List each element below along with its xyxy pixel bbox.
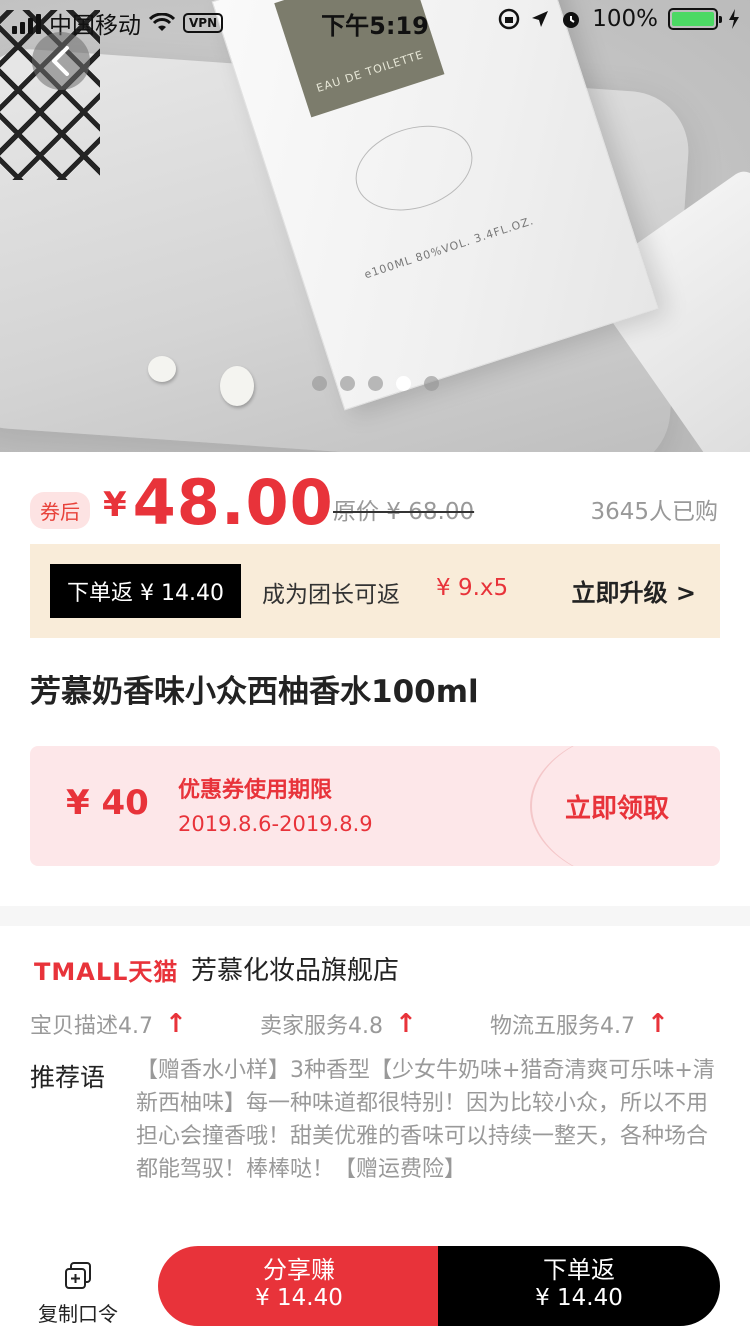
copy-code-button[interactable]: 复制口令: [28, 1260, 128, 1327]
carousel-dot-active[interactable]: [395, 376, 411, 391]
grapefruit-illustration: [344, 111, 484, 225]
carousel-dot[interactable]: [423, 376, 439, 391]
arrow-up-icon: ↑: [165, 1009, 187, 1039]
bottom-action-bar: 复制口令 分享赚 ¥ 14.40 下单返 ¥ 14.40: [0, 1236, 750, 1334]
rating-label: 物流五服务4.7: [490, 1014, 635, 1039]
rating-description: 宝贝描述4.7 ↑: [30, 1008, 187, 1040]
box-spec-text: e100ML 80%VOL. 3.4FL.OZ.: [362, 214, 536, 282]
carousel-dot[interactable]: [367, 376, 383, 391]
carousel-dot[interactable]: [339, 376, 355, 391]
copy-code-label: 复制口令: [38, 1302, 118, 1326]
chevron-left-icon: [52, 46, 69, 76]
coupon-title: 优惠券使用期限: [178, 778, 333, 803]
coupon-amount: ¥ 40: [66, 783, 149, 823]
recommendation-text: 【赠香水小样】3种香型【少女牛奶味+猎奇清爽可乐味+清新西柚味】每一种味道都很特…: [136, 1058, 715, 1182]
recommendation-label: 推荐语: [30, 1063, 106, 1092]
shop-ratings: 宝贝描述4.7 ↑ 卖家服务4.8 ↑ 物流五服务4.7 ↑: [30, 1008, 720, 1044]
rebate-tag: 下单返 ¥ 14.40: [50, 564, 241, 618]
share-earn-button[interactable]: 分享赚 ¥ 14.40: [158, 1246, 440, 1326]
sold-count: 3645人已购: [590, 499, 718, 525]
arrow-up-icon: ↑: [647, 1009, 669, 1039]
charging-icon: [729, 9, 739, 29]
order-amount: ¥ 14.40: [535, 1285, 623, 1311]
section-divider: [0, 906, 750, 926]
share-label: 分享赚: [263, 1256, 335, 1284]
rebate-text: 成为团长可返: [262, 582, 400, 608]
price-value: 48.00: [132, 466, 334, 539]
tmall-logo: TMALL天猫: [34, 958, 179, 986]
rating-logistics: 物流五服务4.7 ↑: [490, 1008, 669, 1040]
battery-icon: [668, 8, 722, 30]
upgrade-link[interactable]: 立即升级 >: [572, 573, 696, 608]
order-rebate-button[interactable]: 下单返 ¥ 14.40: [438, 1246, 720, 1326]
coupon-date-range: 2019.8.6-2019.8.9: [178, 812, 373, 836]
rating-service: 卖家服务4.8 ↑: [260, 1008, 417, 1040]
status-bar: 中国移动 VPN 下午5:19 100%: [0, 0, 750, 40]
carousel-indicator: [0, 376, 750, 391]
battery-percent: 100%: [592, 6, 658, 32]
current-price: ¥48.00: [103, 466, 334, 539]
after-coupon-badge: 券后: [30, 492, 90, 529]
product-title: 芳慕奶香味小众西柚香水100ml: [30, 674, 479, 710]
rating-label: 宝贝描述4.7: [30, 1014, 153, 1039]
rebate-banner: 下单返 ¥ 14.40 成为团长可返 ¥ 9.x5 立即升级 >: [30, 544, 720, 638]
original-price: 原价 ¥ 68.00: [333, 499, 475, 525]
rebate-amount: ¥ 9.x5: [436, 575, 509, 601]
location-icon: [532, 11, 549, 27]
rotation-lock-icon: [498, 8, 520, 30]
currency-symbol: ¥: [103, 485, 127, 525]
back-button[interactable]: [32, 32, 90, 90]
product-image-carousel[interactable]: EAU DE TOILETTE e100ML 80%VOL. 3.4FL.OZ.: [0, 0, 750, 452]
price-section: 券后 ¥48.00 原价 ¥ 68.00 3645人已购: [0, 452, 750, 542]
arrow-up-icon: ↑: [395, 1009, 417, 1039]
claim-coupon-button[interactable]: 立即领取: [565, 788, 669, 825]
coupon-card: ¥ 40 优惠券使用期限 2019.8.6-2019.8.9 立即领取: [30, 746, 720, 866]
shop-name[interactable]: 芳慕化妆品旗舰店: [191, 950, 399, 987]
alarm-icon: [563, 12, 580, 28]
order-label: 下单返: [543, 1256, 615, 1284]
share-amount: ¥ 14.40: [255, 1285, 343, 1311]
carousel-dot[interactable]: [311, 376, 327, 391]
copy-icon: [65, 1262, 91, 1289]
rating-label: 卖家服务4.8: [260, 1014, 383, 1039]
